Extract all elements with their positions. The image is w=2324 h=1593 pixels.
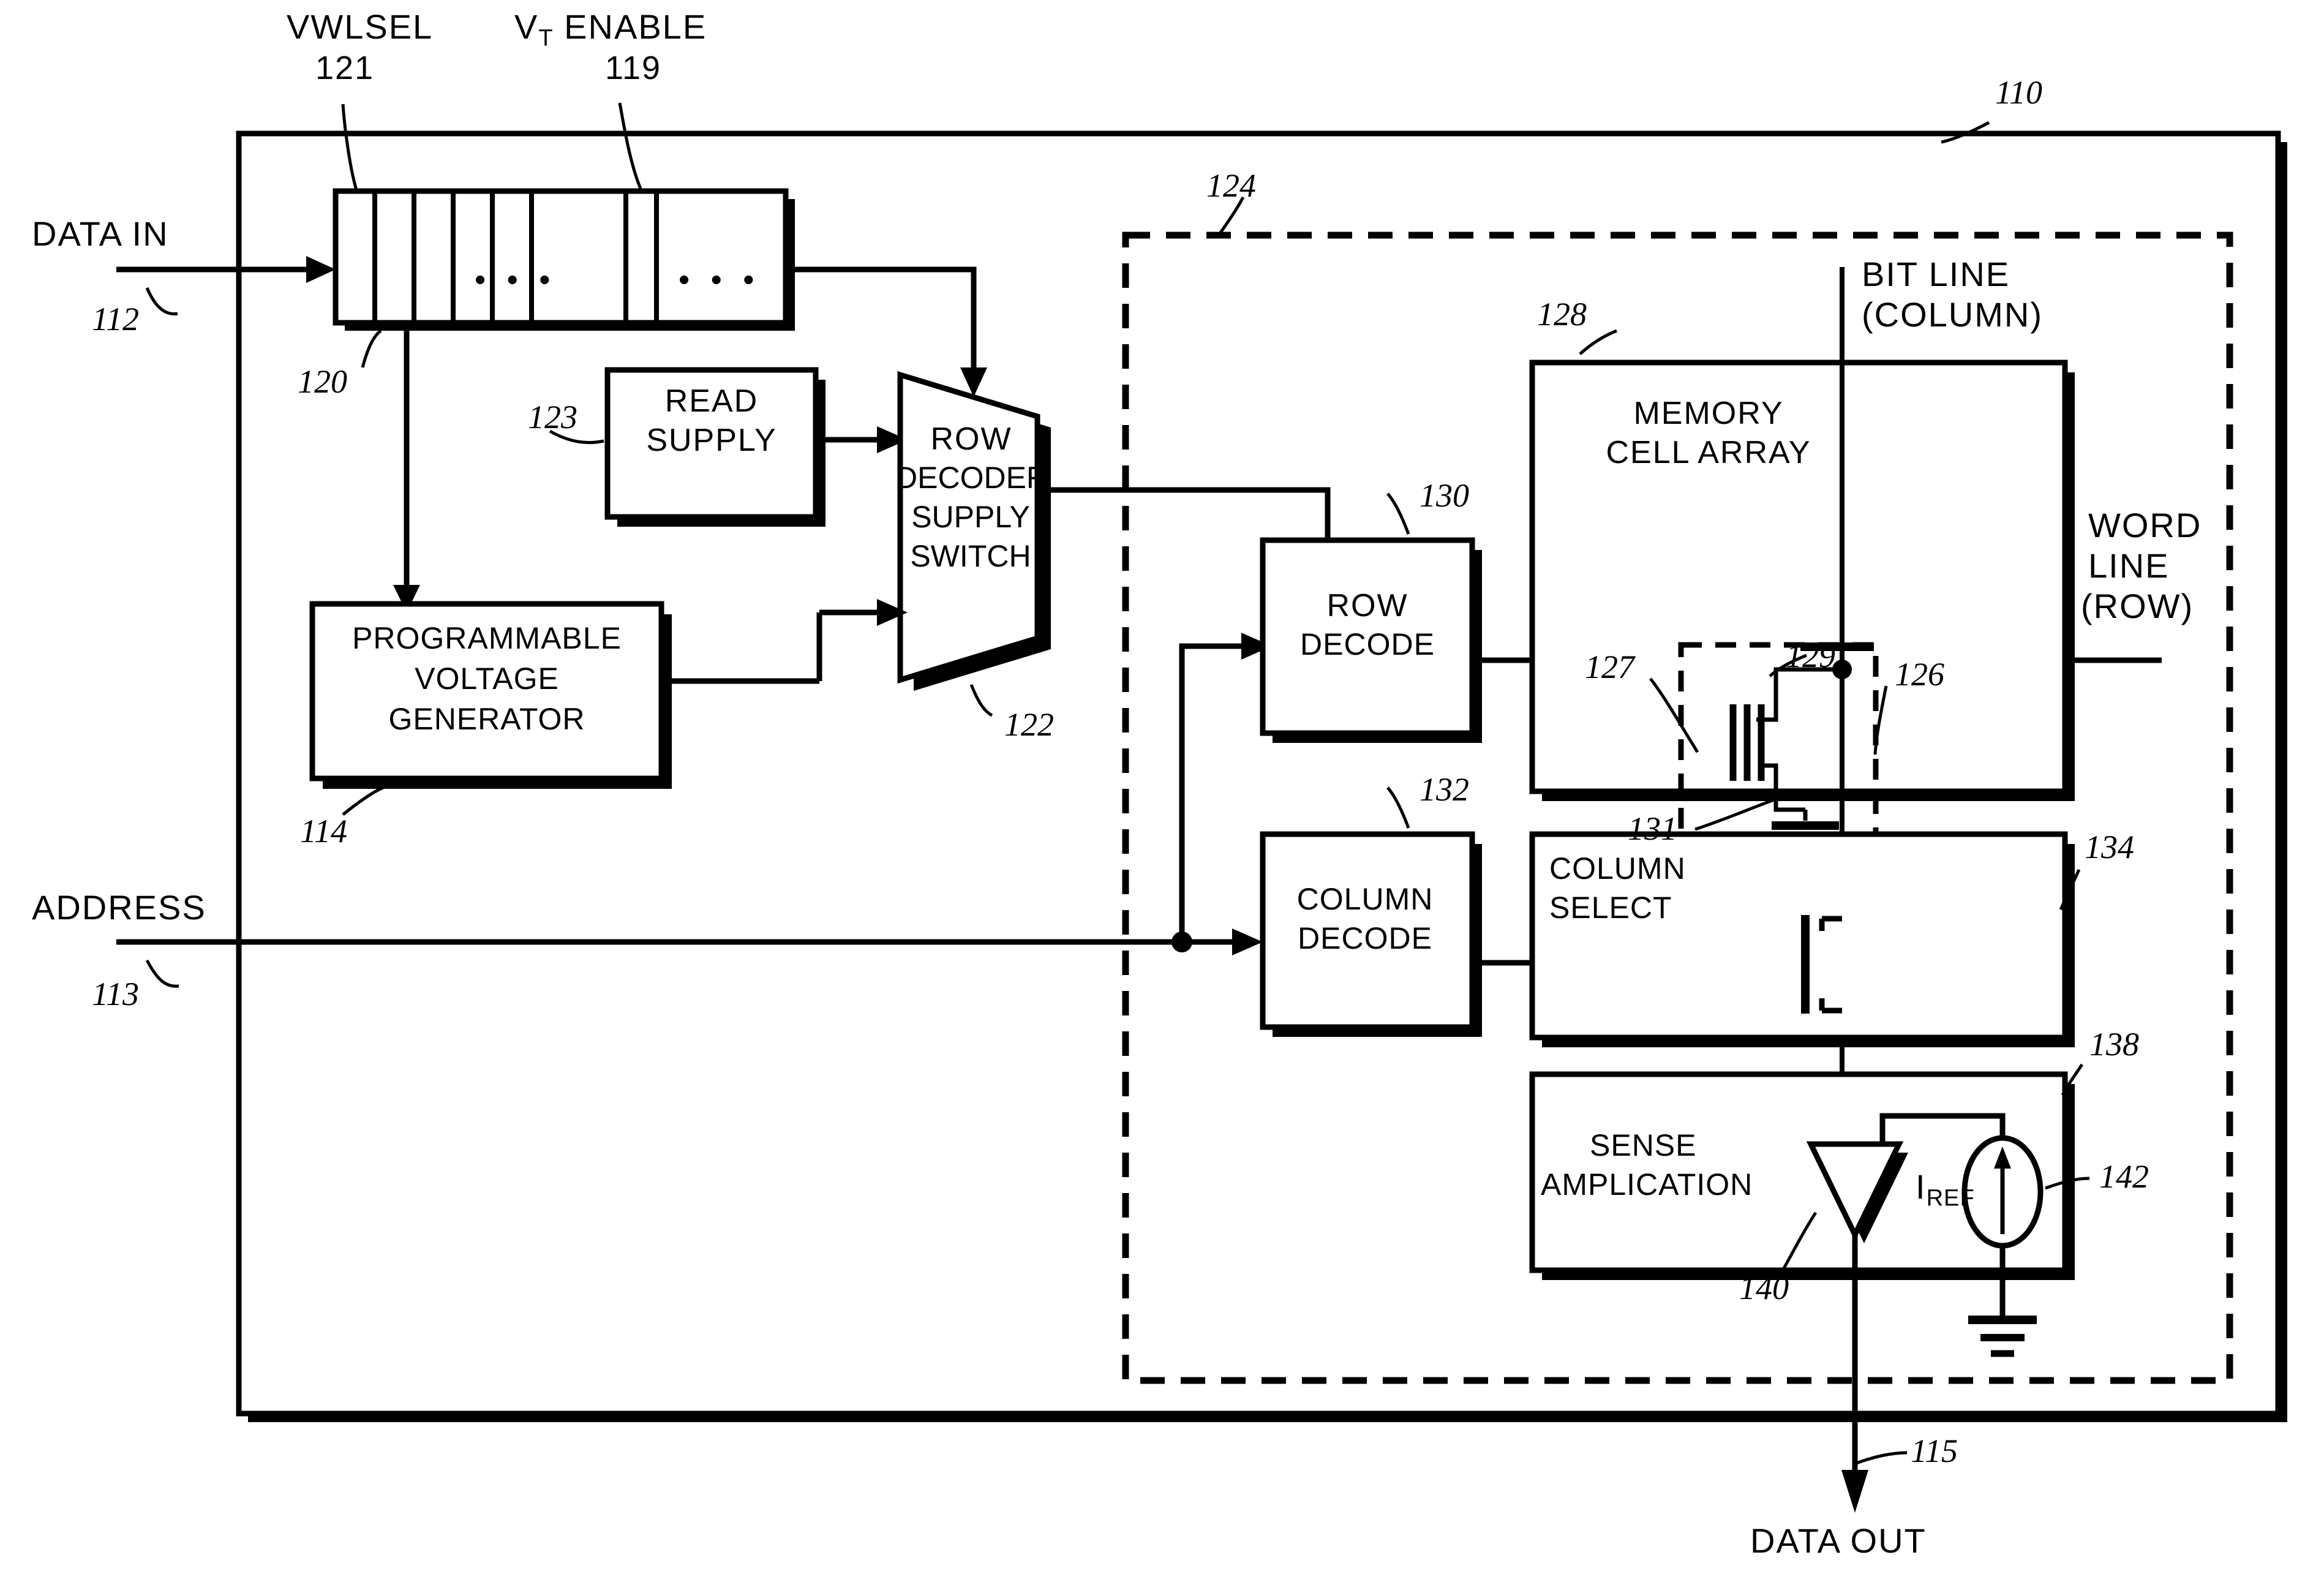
ref-120: 120 <box>298 363 347 400</box>
ref-115: 115 <box>1911 1433 1958 1469</box>
ref-122: 122 <box>1004 706 1054 743</box>
column-decode-line2: DECODE <box>1298 921 1432 955</box>
vt-enable-t: T <box>538 25 554 51</box>
pvg-line1: PROGRAMMABLE <box>352 621 622 655</box>
ref-113: 113 <box>92 976 139 1012</box>
column-select-line2: SELECT <box>1549 891 1672 925</box>
ref-126: 126 <box>1895 656 1944 693</box>
label-iref: IREF <box>1916 1169 1975 1211</box>
label-data-out: DATA OUT <box>1750 1521 1927 1560</box>
sense-amp-line2: AMPLICATION <box>1541 1167 1753 1202</box>
read-supply-line1: READ <box>664 383 759 419</box>
ref-134: 134 <box>2085 829 2134 865</box>
read-supply-line2: SUPPLY <box>646 423 777 458</box>
ref-142: 142 <box>2099 1158 2149 1195</box>
ref-140: 140 <box>1739 1270 1789 1306</box>
ref-128: 128 <box>1537 296 1587 333</box>
label-word-line-sub: (ROW) <box>2081 587 2194 625</box>
ref-123: 123 <box>528 399 577 435</box>
ref-132: 132 <box>1420 771 1469 808</box>
ref-131: 131 <box>1628 810 1677 847</box>
ref-130: 130 <box>1420 477 1469 514</box>
iref-i: I <box>1916 1167 1927 1206</box>
label-word-line-2: LINE <box>2088 546 2170 585</box>
column-select-line1: COLUMN <box>1549 851 1686 886</box>
ref-110: 110 <box>1995 74 2042 111</box>
memory-array-line2: CELL ARRAY <box>1606 435 1811 470</box>
ref-114: 114 <box>300 813 347 849</box>
leader-112 <box>145 287 178 315</box>
iref-sub: REF <box>1926 1185 1975 1211</box>
ref-129: 129 <box>1786 638 1835 674</box>
label-address: ADDRESS <box>32 888 206 927</box>
sense-amp-line1: SENSE <box>1590 1128 1697 1162</box>
register-block <box>333 188 789 326</box>
switch-line1: ROW <box>930 421 1012 457</box>
label-data-in: DATA IN <box>32 214 169 253</box>
switch-line3: SUPPLY <box>911 500 1030 534</box>
label-bit-line-sub: (COLUMN) <box>1862 295 2043 334</box>
ref-119: 119 <box>605 50 662 86</box>
leader-115 <box>1854 1451 1908 1466</box>
ref-121: 121 <box>315 50 375 86</box>
ref-127: 127 <box>1585 649 1634 685</box>
register-ellipsis-2: • • • <box>679 262 761 298</box>
label-vwlsel: VWLSEL <box>287 7 434 46</box>
memory-array-line1: MEMORY <box>1633 396 1784 431</box>
pvg-line3: GENERATOR <box>388 702 585 736</box>
switch-line2: DECODER <box>895 461 1049 495</box>
data-out-arrowhead <box>1841 1470 1868 1513</box>
vt-enable-rest: ENABLE <box>553 7 707 46</box>
register-ellipsis-1: • • • <box>475 262 557 298</box>
label-bit-line: BIT LINE <box>1862 255 2010 293</box>
pvg-line2: VOLTAGE <box>415 661 559 696</box>
ref-112: 112 <box>92 301 139 337</box>
switch-line4: SWITCH <box>910 539 1031 573</box>
vt-enable-v: V <box>514 7 539 46</box>
ref-138: 138 <box>2089 1026 2139 1063</box>
row-decode-line1: ROW <box>1326 588 1408 623</box>
patent-figure-canvas: VWLSEL 121 VT ENABLE 119 110 124 DATA IN… <box>0 0 2324 1593</box>
leader-113 <box>145 959 179 988</box>
row-decode-line2: DECODE <box>1300 627 1435 661</box>
label-vt-enable: VT ENABLE <box>514 9 707 51</box>
figure-drawing <box>116 102 2287 1513</box>
ref-124: 124 <box>1206 167 1256 204</box>
column-decode-line1: COLUMN <box>1296 882 1434 916</box>
label-word-line-1: WORD <box>2088 506 2202 544</box>
